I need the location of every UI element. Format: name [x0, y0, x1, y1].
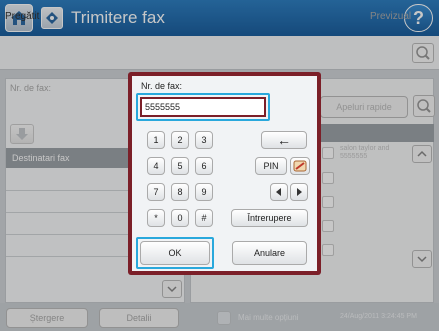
key-3[interactable]: 3: [195, 131, 213, 149]
backspace-arrow-icon: ←: [277, 132, 291, 148]
key-2[interactable]: 2: [171, 131, 189, 149]
backspace-button[interactable]: ←: [261, 131, 307, 149]
triangle-right-icon: [297, 188, 302, 196]
pencil-icon: [293, 160, 307, 172]
key-7[interactable]: 7: [147, 183, 165, 201]
pause-button[interactable]: Întrerupere: [231, 209, 308, 227]
triangle-left-icon: [276, 188, 281, 196]
cursor-left-button[interactable]: [270, 183, 288, 201]
edit-button[interactable]: [290, 157, 310, 175]
key-hash[interactable]: #: [195, 209, 213, 227]
key-5[interactable]: 5: [171, 157, 189, 175]
key-4[interactable]: 4: [147, 157, 165, 175]
ok-button[interactable]: OK: [140, 241, 210, 265]
cursor-right-button[interactable]: [290, 183, 308, 201]
key-9[interactable]: 9: [195, 183, 213, 201]
key-8[interactable]: 8: [171, 183, 189, 201]
cancel-button[interactable]: Anulare: [232, 241, 307, 265]
dialog-label: Nr. de fax:: [141, 81, 183, 91]
key-star[interactable]: *: [147, 209, 165, 227]
key-1[interactable]: 1: [147, 131, 165, 149]
pin-button[interactable]: PIN: [255, 157, 287, 175]
key-6[interactable]: 6: [195, 157, 213, 175]
fax-number-input[interactable]: 5555555: [140, 97, 266, 117]
key-0[interactable]: 0: [171, 209, 189, 227]
